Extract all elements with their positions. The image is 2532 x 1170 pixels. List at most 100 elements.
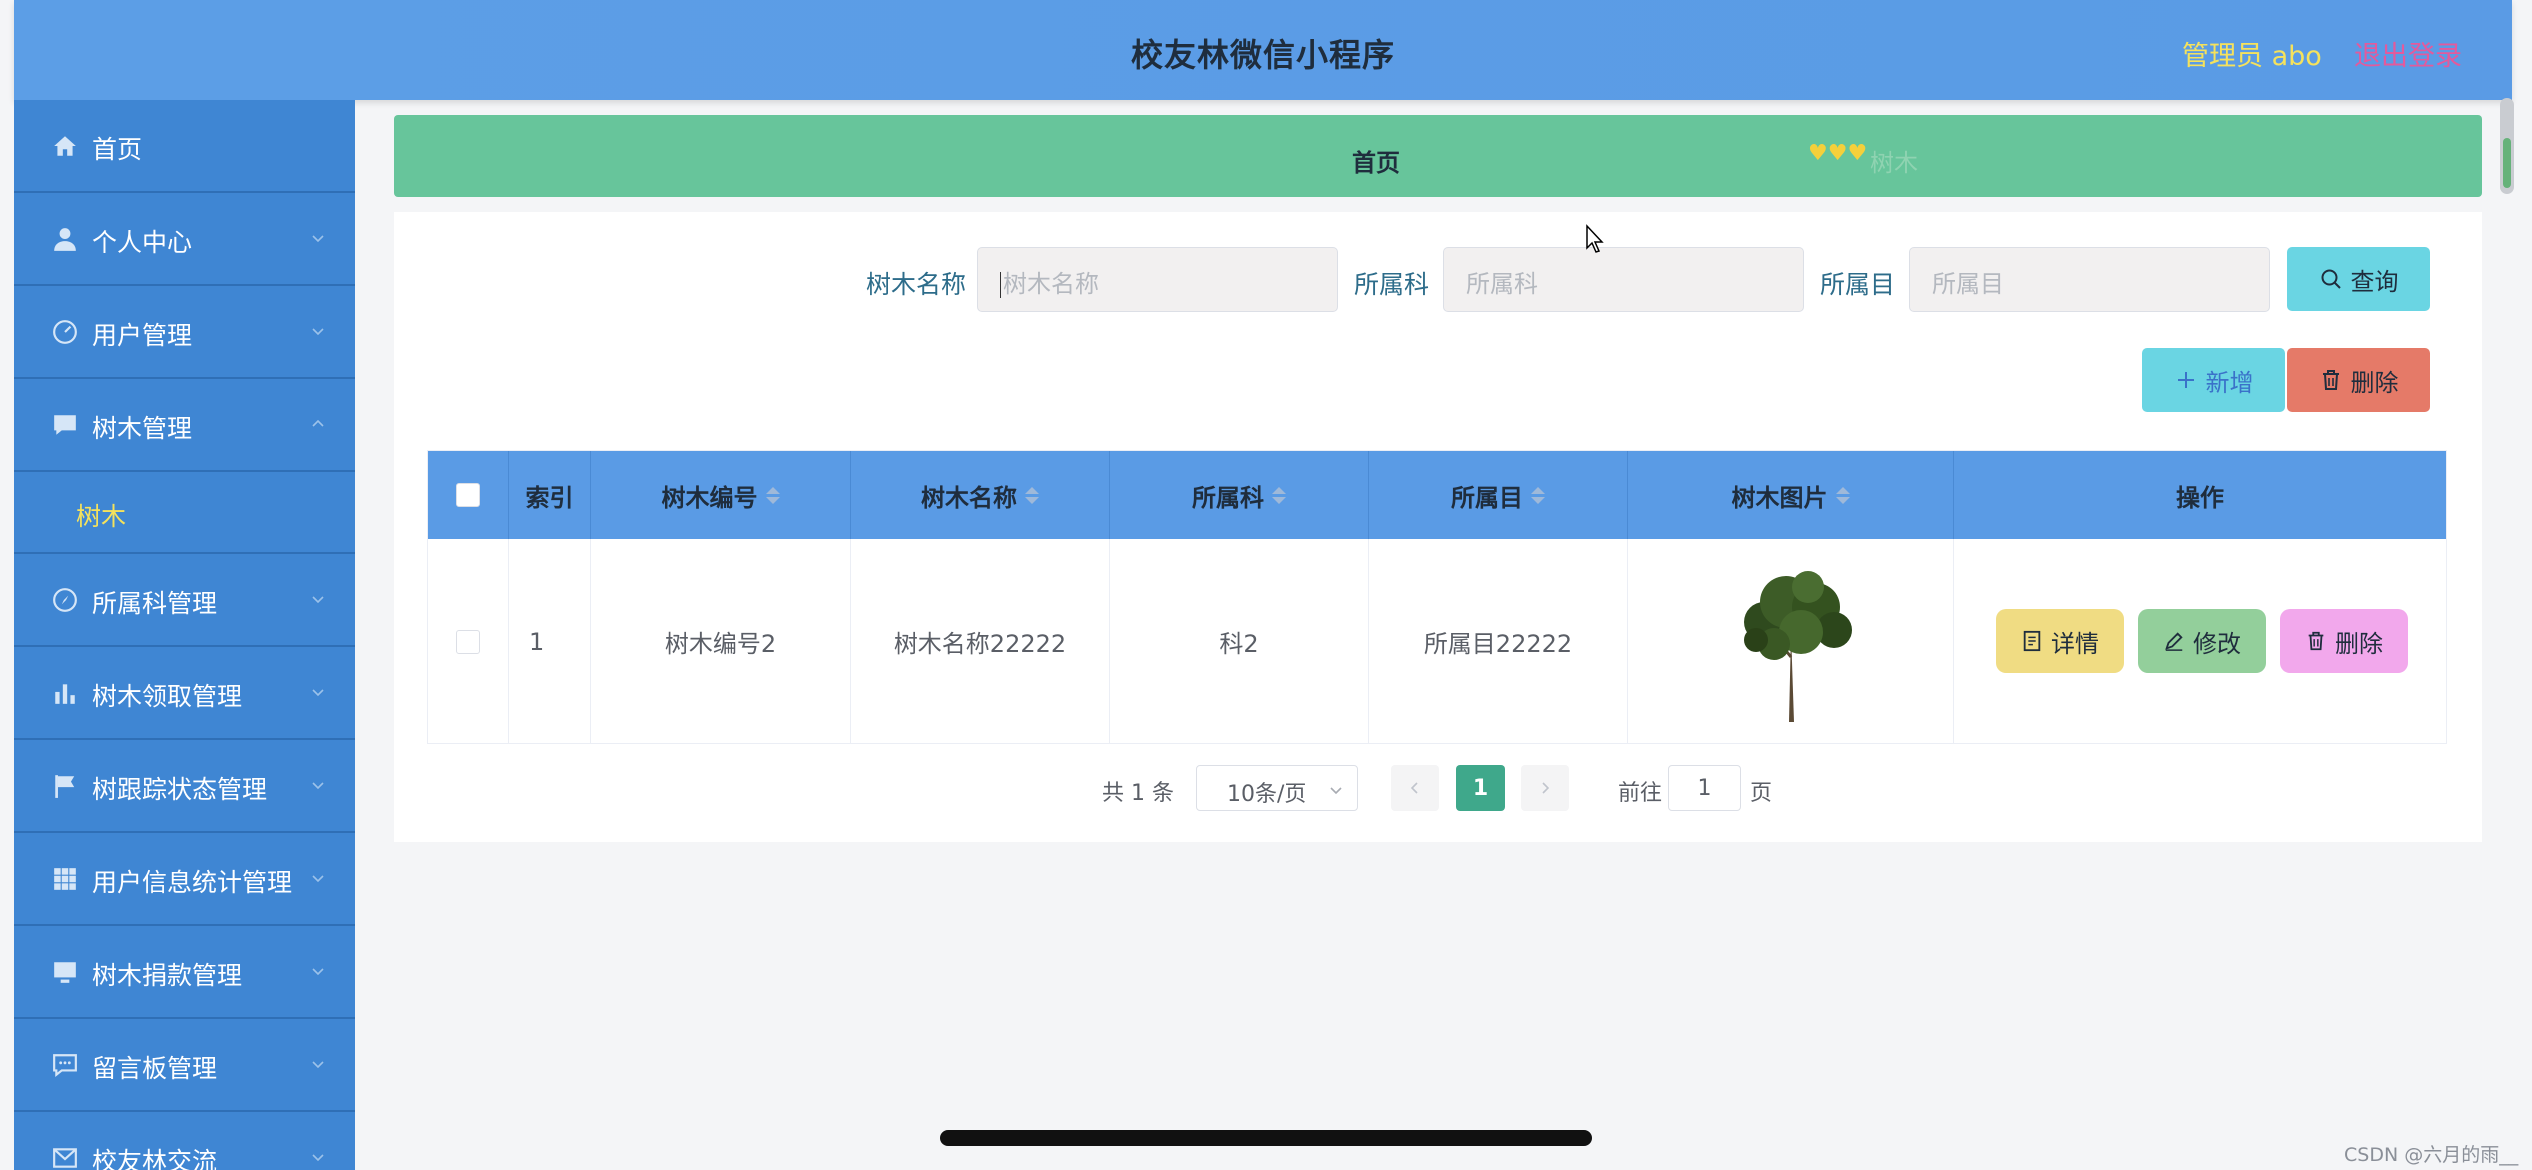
page-number-active[interactable]: 1 xyxy=(1456,765,1505,811)
detail-button[interactable]: 详情 xyxy=(1996,609,2124,673)
search-button-label: 查询 xyxy=(2350,267,2399,296)
column-header-label: 所属目 xyxy=(1451,483,1523,512)
family-cell: 科2 xyxy=(1110,539,1369,744)
chevron-down-icon xyxy=(312,689,324,697)
goto-page-input[interactable]: 1 xyxy=(1668,765,1741,811)
page-size-select[interactable]: 10条/页 xyxy=(1196,765,1358,811)
chevron-up-icon xyxy=(312,419,324,427)
column-header-label: 树木名称 xyxy=(921,483,1017,512)
chevron-down-icon xyxy=(312,782,324,790)
sidebar-item-stats[interactable]: 用户信息统计管理 xyxy=(14,833,355,926)
sidebar-item-tracking[interactable]: 树跟踪状态管理 xyxy=(14,740,355,833)
column-header[interactable]: 树木编号 xyxy=(591,451,851,539)
bulk-delete-button[interactable]: 删除 xyxy=(2287,348,2430,412)
add-button[interactable]: 新增 xyxy=(2142,348,2285,412)
column-header-label: 树木编号 xyxy=(661,483,758,512)
search-icon xyxy=(2321,269,2341,289)
grid-icon xyxy=(54,868,76,890)
chevron-down-icon xyxy=(312,328,324,336)
order-label: 所属目 xyxy=(1820,270,1896,299)
tree-image-cell xyxy=(1628,539,1954,744)
sidebar-item-profile[interactable]: 个人中心 xyxy=(14,193,355,286)
goto-label: 前往 xyxy=(1618,781,1663,806)
tree-no-cell: 树木编号2 xyxy=(591,539,851,744)
chevron-down-icon xyxy=(312,1061,324,1069)
edit-button[interactable]: 修改 xyxy=(2138,609,2266,673)
trash-icon xyxy=(2322,370,2339,390)
sidebar-item-exchange[interactable]: 校友林交流 xyxy=(14,1112,355,1170)
order-input[interactable]: 所属目 xyxy=(1909,247,2270,312)
select-all-checkbox[interactable] xyxy=(456,483,480,507)
sidebar-item-label: 用户管理 xyxy=(92,321,193,350)
row-delete-button[interactable]: 删除 xyxy=(2280,609,2408,673)
order-placeholder: 所属目 xyxy=(1932,270,2004,298)
column-header: 操作 xyxy=(1954,451,2446,539)
goto-unit: 页 xyxy=(1750,781,1773,806)
breadcrumb: 首页 ♥♥♥ 树木 xyxy=(394,115,2482,197)
bar-chart-icon xyxy=(55,684,75,704)
sort-icon[interactable] xyxy=(1025,486,1039,504)
sort-icon[interactable] xyxy=(1835,486,1850,504)
column-header[interactable]: 树木图片 xyxy=(1628,451,1954,539)
sidebar: 首页 个人中心 用户管理 树木管理 树木 所属科管理 树木领取管理 树跟踪状态管… xyxy=(14,100,355,1170)
sidebar-item-donation[interactable]: 树木捐款管理 xyxy=(14,926,355,1019)
breadcrumb-current: 树木 xyxy=(1870,149,1918,177)
search-button[interactable]: 查询 xyxy=(2287,247,2430,311)
sort-icon[interactable] xyxy=(765,486,780,504)
sidebar-item-trees[interactable]: 树木管理 xyxy=(14,379,355,472)
chevron-down-icon xyxy=(312,968,324,976)
sidebar-item-label: 留言板管理 xyxy=(92,1054,218,1083)
document-icon xyxy=(2023,630,2041,652)
select-all-header xyxy=(428,451,509,539)
column-header[interactable]: 所属目 xyxy=(1369,451,1628,539)
sort-icon[interactable] xyxy=(1531,486,1545,504)
sidebar-item-claim[interactable]: 树木领取管理 xyxy=(14,647,355,740)
logout-link[interactable]: 退出登录 xyxy=(2354,34,2462,73)
prev-page-button[interactable] xyxy=(1391,765,1439,811)
breadcrumb-home[interactable]: 首页 xyxy=(1352,143,1400,178)
family-label: 所属科 xyxy=(1354,270,1430,299)
sidebar-item-users[interactable]: 用户管理 xyxy=(14,286,355,379)
watermark: CSDN @六月的雨__ xyxy=(2344,1144,2519,1166)
sidebar-item-family[interactable]: 所属科管理 xyxy=(14,554,355,647)
plus-icon xyxy=(2177,372,2194,388)
tree-name-placeholder: 树木名称 xyxy=(1003,270,1099,298)
app-title: 校友林微信小程序 xyxy=(1130,36,1395,74)
sort-icon[interactable] xyxy=(1272,486,1286,504)
sidebar-subitem-label: 树木 xyxy=(76,502,127,531)
tree-name-cell: 树木名称22222 xyxy=(851,539,1110,744)
column-header-label: 所属科 xyxy=(1192,483,1264,512)
home-indicator xyxy=(940,1130,1592,1146)
sidebar-item-messages[interactable]: 留言板管理 xyxy=(14,1019,355,1112)
mail-icon xyxy=(53,1148,77,1168)
sidebar-subitem-tree[interactable]: 树木 xyxy=(14,472,355,554)
flag-icon xyxy=(55,775,75,798)
sidebar-item-label: 树跟踪状态管理 xyxy=(92,775,268,804)
tree-name-input[interactable]: 树木名称 xyxy=(977,247,1338,312)
edit-button-label: 修改 xyxy=(2193,629,2241,658)
row-select-cell xyxy=(428,539,509,744)
next-page-button[interactable] xyxy=(1521,765,1569,811)
data-table: 索引 树木编号 树木名称 所属科 所属目 树木图片 操作 1 树木编号2 树木名… xyxy=(427,450,2447,744)
column-header[interactable]: 所属科 xyxy=(1110,451,1369,539)
family-input[interactable]: 所属科 xyxy=(1443,247,1804,312)
add-button-label: 新增 xyxy=(2205,368,2254,397)
sidebar-item-home[interactable]: 首页 xyxy=(14,100,355,193)
column-header-label: 索引 xyxy=(525,483,574,512)
text-caret xyxy=(1000,272,1001,298)
column-header: 索引 xyxy=(509,451,591,539)
chat-icon xyxy=(54,415,76,435)
user-icon xyxy=(54,228,76,251)
sidebar-item-label: 树木领取管理 xyxy=(92,682,243,711)
chevron-down-icon xyxy=(312,875,324,883)
dashboard-icon xyxy=(53,320,77,344)
vertical-scrollbar[interactable] xyxy=(2500,98,2514,194)
app-root: 校友林微信小程序 管理员 abo 退出登录 首页 个人中心 用户管理 树木管理 … xyxy=(0,0,2532,1170)
admin-user-label[interactable]: 管理员 abo xyxy=(2182,34,2322,73)
message-icon xyxy=(53,1054,77,1078)
row-delete-button-label: 删除 xyxy=(2335,629,2383,658)
row-checkbox[interactable] xyxy=(456,629,480,654)
chevron-down-icon xyxy=(312,235,324,243)
column-header[interactable]: 树木名称 xyxy=(851,451,1110,539)
edit-icon xyxy=(2165,632,2183,651)
